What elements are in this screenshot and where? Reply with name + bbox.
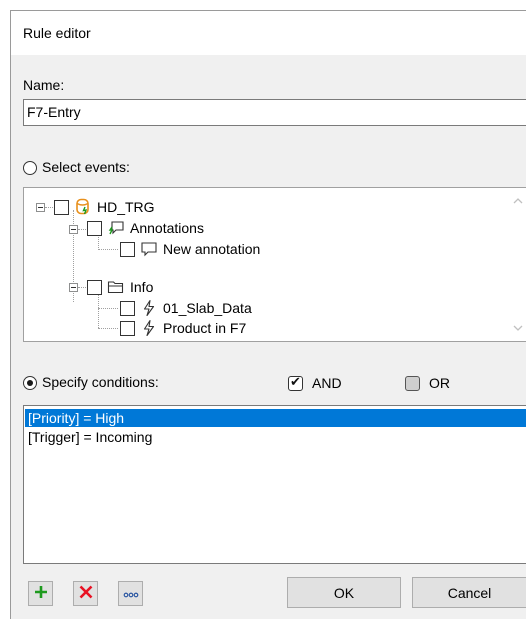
events-tree[interactable]: HD_TRG Annotations New annotation Info 0…	[23, 187, 526, 342]
plus-icon	[33, 584, 49, 603]
tree-node-label: HD_TRG	[97, 199, 155, 215]
tree-node-product-f7[interactable]: Product in F7	[120, 318, 246, 338]
scroll-up-icon[interactable]	[513, 196, 523, 206]
more-options-button[interactable]	[118, 581, 143, 606]
tree-node-label: Product in F7	[163, 320, 247, 336]
tree-node-new-annotation[interactable]: New annotation	[120, 239, 260, 259]
tree-line	[45, 207, 53, 208]
specify-conditions-radio[interactable]	[23, 376, 37, 390]
tree-scrollbar[interactable]	[509, 188, 526, 341]
conditions-list[interactable]: [Priority] = High [Trigger] = Incoming	[23, 405, 526, 564]
tree-node-label: New annotation	[163, 241, 261, 257]
ellipsis-icon	[123, 586, 139, 602]
collapse-toggle[interactable]	[36, 203, 45, 212]
cancel-button[interactable]: Cancel	[412, 577, 526, 608]
or-label[interactable]: OR	[429, 375, 450, 391]
database-trigger-icon	[74, 198, 92, 216]
name-label: Name:	[23, 77, 65, 93]
add-condition-button[interactable]	[28, 581, 53, 606]
tree-checkbox[interactable]	[120, 241, 135, 257]
tree-node-slab-data[interactable]: 01_Slab_Data	[120, 298, 252, 318]
tree-line	[98, 328, 118, 329]
tree-line	[98, 308, 118, 309]
and-checkbox[interactable]	[288, 375, 303, 391]
tree-checkbox[interactable]	[120, 320, 135, 336]
tree-checkbox[interactable]	[87, 279, 102, 295]
x-icon	[78, 584, 94, 603]
lightning-icon	[140, 319, 158, 337]
tree-node-hd-trg[interactable]: HD_TRG	[54, 197, 155, 217]
ok-button[interactable]: OK	[287, 577, 401, 608]
specify-conditions-label[interactable]: Specify conditions:	[42, 374, 159, 390]
name-input[interactable]: F7-Entry	[23, 99, 526, 126]
tree-node-info[interactable]: Info	[87, 277, 153, 297]
and-label[interactable]: AND	[312, 375, 342, 391]
tree-node-label: Annotations	[130, 220, 204, 236]
scroll-down-icon[interactable]	[513, 323, 523, 333]
tree-node-label: Info	[130, 279, 154, 295]
comment-icon	[140, 240, 158, 258]
tree-checkbox[interactable]	[120, 300, 135, 316]
collapse-toggle[interactable]	[69, 283, 78, 292]
or-checkbox[interactable]	[405, 376, 420, 391]
list-item[interactable]: [Priority] = High	[25, 409, 526, 427]
tree-checkbox[interactable]	[54, 199, 69, 215]
annotation-group-icon	[107, 219, 125, 237]
tree-node-annotations[interactable]: Annotations	[87, 218, 204, 238]
lightning-icon	[140, 299, 158, 317]
tree-line	[78, 229, 86, 230]
tree-checkbox[interactable]	[87, 220, 102, 236]
tree-line	[78, 287, 86, 288]
folder-icon	[107, 278, 125, 296]
tree-line	[98, 249, 118, 250]
window-title: Rule editor	[23, 25, 91, 41]
select-events-label[interactable]: Select events:	[42, 159, 130, 175]
delete-condition-button[interactable]	[73, 581, 98, 606]
select-events-radio[interactable]	[23, 161, 37, 175]
list-item[interactable]: [Trigger] = Incoming	[25, 428, 526, 446]
tree-node-label: 01_Slab_Data	[163, 300, 252, 316]
collapse-toggle[interactable]	[69, 225, 78, 234]
